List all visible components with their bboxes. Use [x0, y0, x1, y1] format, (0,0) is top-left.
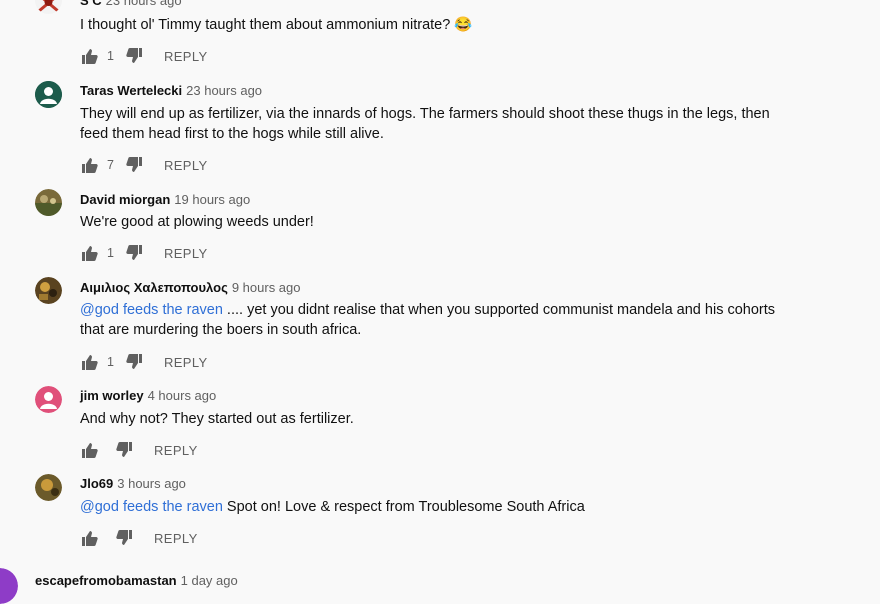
like-count: 1 — [107, 49, 114, 63]
comment-header: Taras Wertelecki 23 hours ago — [80, 83, 262, 98]
mention-link[interactable]: @god feeds the raven — [80, 499, 223, 515]
comment-header: Αιμιλιος Χαλεποπουλος 9 hours ago — [80, 280, 301, 295]
avatar[interactable] — [35, 386, 62, 413]
comment-header: Jlo69 3 hours ago — [80, 476, 186, 491]
author-name[interactable]: Taras Wertelecki — [80, 83, 182, 98]
thumbs-down-icon[interactable] — [116, 441, 134, 459]
comment-text-line: feed them head first to the hogs while s… — [80, 126, 384, 142]
comment-text: @god feeds the raven .... yet you didnt … — [80, 300, 840, 340]
comment-text-line: .... yet you didnt realise that when you… — [222, 302, 776, 318]
comment-actions: REPLY — [80, 440, 198, 460]
reply-button[interactable]: REPLY — [164, 158, 208, 173]
like-count: 1 — [107, 246, 114, 260]
comment-text: @god feeds the raven Spot on! Love & res… — [80, 497, 840, 517]
author-name[interactable]: David miorgan — [80, 192, 170, 207]
thumbs-up-icon[interactable] — [80, 441, 98, 459]
timestamp[interactable]: 4 hours ago — [148, 388, 217, 403]
timestamp[interactable]: 23 hours ago — [106, 0, 182, 8]
timestamp[interactable]: 1 day ago — [181, 573, 238, 588]
reply-button[interactable]: REPLY — [154, 443, 198, 458]
comment-header: David miorgan 19 hours ago — [80, 192, 250, 207]
thumbs-up-icon[interactable] — [80, 529, 98, 547]
comment-header: escapefromobamastan 1 day ago — [35, 573, 238, 588]
comment-actions: 1 REPLY — [80, 243, 208, 263]
comment-actions: 1 REPLY — [80, 46, 208, 66]
reply-button[interactable]: REPLY — [164, 49, 208, 64]
timestamp[interactable]: 3 hours ago — [117, 476, 186, 491]
author-name[interactable]: escapefromobamastan — [35, 573, 177, 588]
mention-link[interactable]: @god feeds the raven — [80, 302, 223, 318]
thumbs-up-icon[interactable] — [80, 47, 98, 65]
avatar[interactable] — [35, 277, 62, 304]
reply-button[interactable]: REPLY — [164, 246, 208, 261]
comment-text: They will end up as fertilizer, via the … — [80, 104, 840, 144]
author-name[interactable]: Jlo69 — [80, 476, 113, 491]
thumbs-up-icon[interactable] — [80, 156, 98, 174]
comment-text: I thought ol' Timmy taught them about am… — [80, 17, 473, 33]
timestamp[interactable]: 9 hours ago — [232, 280, 301, 295]
comment-text-line: They will end up as fertilizer, via the … — [80, 106, 770, 122]
thumbs-down-icon[interactable] — [126, 353, 144, 371]
thumbs-down-icon[interactable] — [116, 529, 134, 547]
thumbs-down-icon[interactable] — [126, 156, 144, 174]
thumbs-up-icon[interactable] — [80, 244, 98, 262]
thumbs-down-icon[interactable] — [126, 47, 144, 65]
reply-button[interactable]: REPLY — [154, 531, 198, 546]
comment-actions: 7 REPLY — [80, 155, 208, 175]
avatar[interactable] — [35, 81, 62, 108]
comment-text-line: that are murdering the boers in south af… — [80, 322, 362, 338]
comment-actions: REPLY — [80, 528, 198, 548]
reply-button[interactable]: REPLY — [164, 355, 208, 370]
avatar[interactable] — [0, 568, 18, 604]
author-name[interactable]: S C — [80, 0, 102, 8]
timestamp[interactable]: 23 hours ago — [186, 83, 262, 98]
author-name[interactable]: jim worley — [80, 388, 144, 403]
thumbs-down-icon[interactable] — [126, 244, 144, 262]
comment-text: We're good at plowing weeds under! — [80, 214, 314, 230]
avatar[interactable] — [35, 474, 62, 501]
timestamp[interactable]: 19 hours ago — [174, 192, 250, 207]
avatar[interactable] — [35, 0, 62, 14]
comment-text: And why not? They started out as fertili… — [80, 411, 354, 427]
comment-text-line: Spot on! Love & respect from Troublesome… — [222, 499, 585, 515]
avatar[interactable] — [35, 189, 62, 216]
comment-header: jim worley 4 hours ago — [80, 388, 216, 403]
thumbs-up-icon[interactable] — [80, 353, 98, 371]
author-name[interactable]: Αιμιλιος Χαλεποπουλος — [80, 280, 228, 295]
like-count: 7 — [107, 158, 114, 172]
comment-actions: 1 REPLY — [80, 352, 208, 372]
comment-header: S C 23 hours ago — [80, 0, 182, 8]
like-count: 1 — [107, 355, 114, 369]
